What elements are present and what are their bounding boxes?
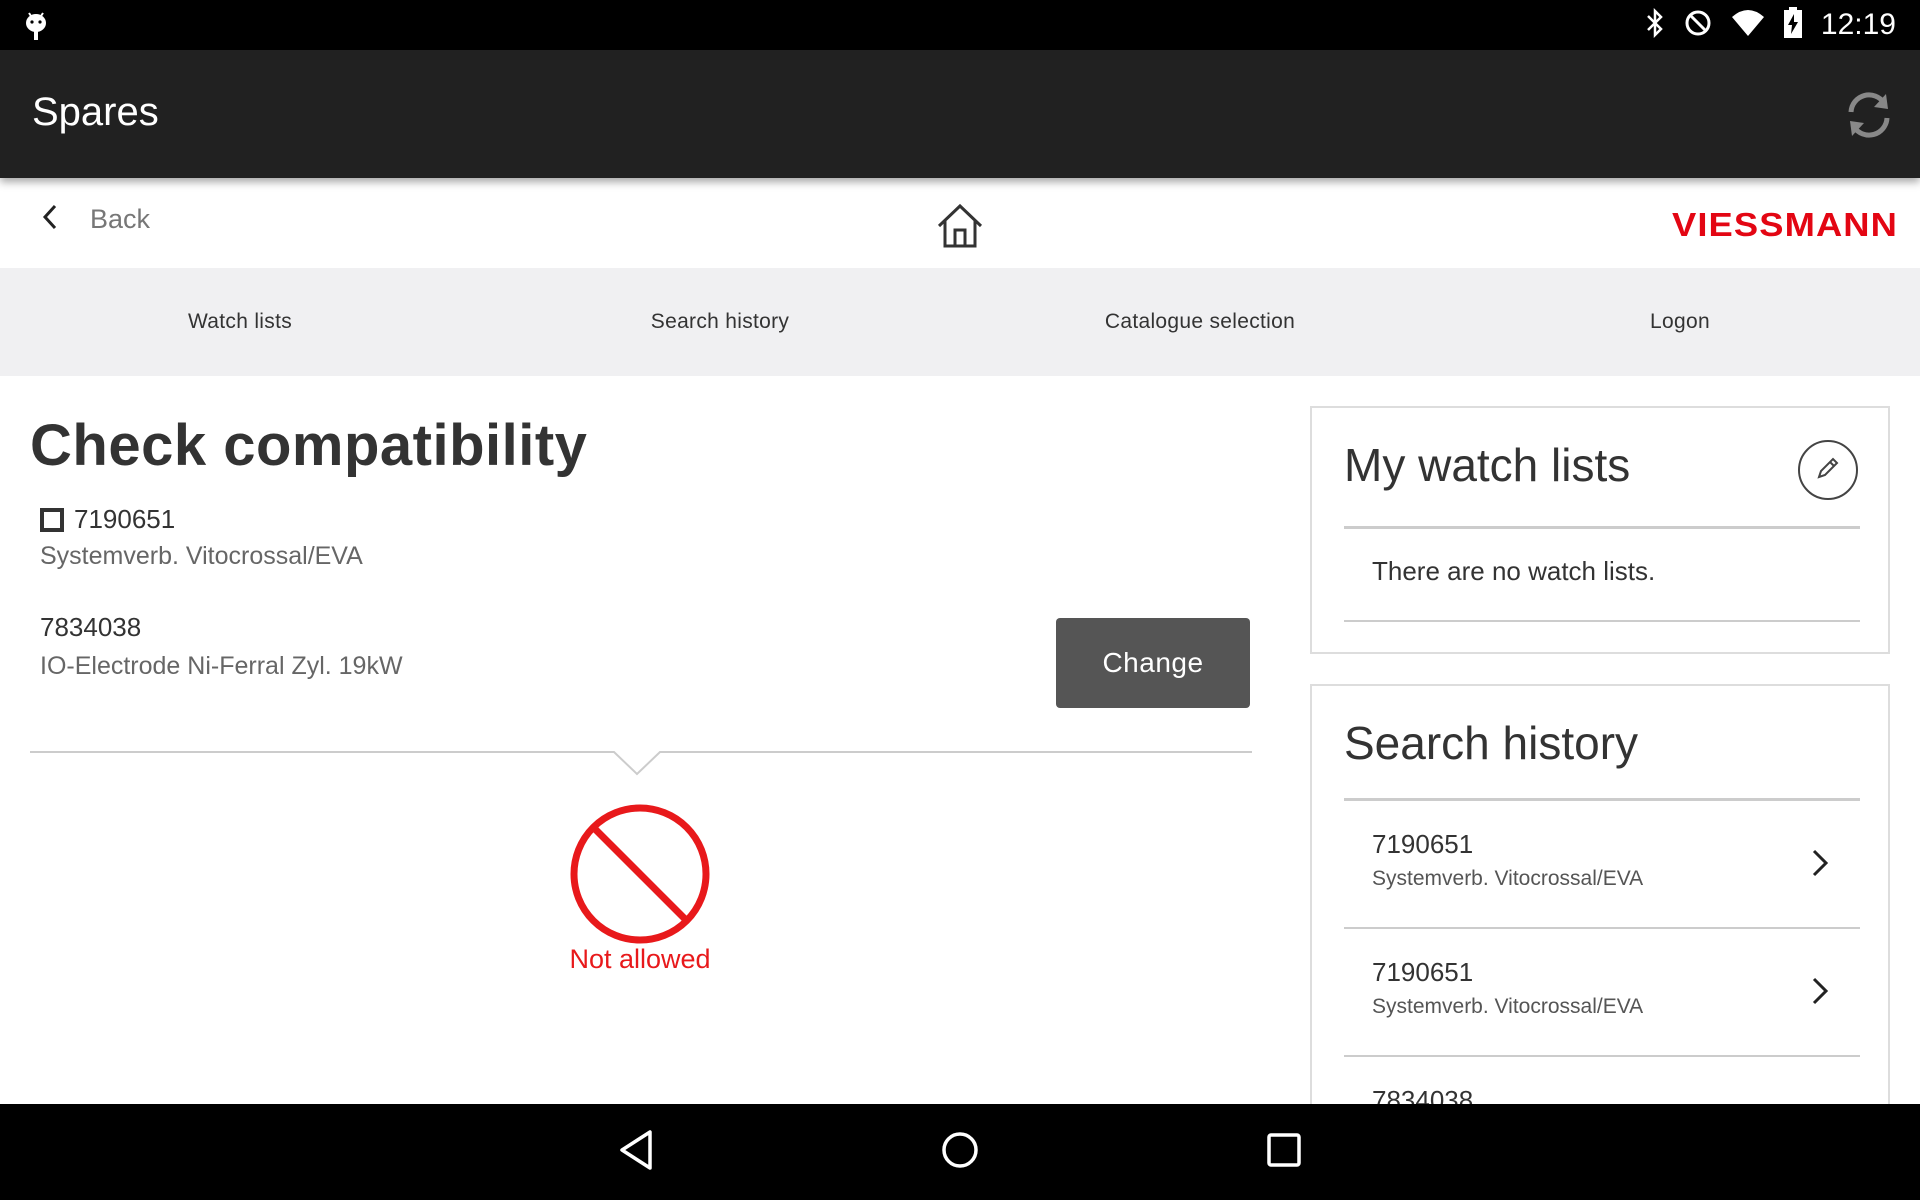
watch-lists-panel: My watch lists There are no watch lists. bbox=[1310, 406, 1890, 654]
android-icon bbox=[24, 10, 48, 47]
svg-text:VIESSMANN: VIESSMANN bbox=[1672, 206, 1898, 243]
search-history-title: Search history bbox=[1344, 717, 1639, 769]
search-history-panel: Search history 7190651 Systemverb. Vitoc… bbox=[1310, 684, 1890, 1104]
page-title: Check compatibility bbox=[30, 413, 588, 478]
history-item-description: Systemverb. Vitocrossal/EVA bbox=[1372, 995, 1644, 1018]
battery-charging-icon bbox=[1783, 6, 1803, 44]
history-item-number: 7190651 bbox=[1372, 829, 1474, 859]
back-label: Back bbox=[90, 204, 151, 234]
search-history-item[interactable]: 7834038 bbox=[1344, 1057, 1860, 1104]
divider-arrow bbox=[30, 751, 1252, 776]
refresh-icon[interactable] bbox=[1842, 88, 1896, 142]
not-allowed-icon bbox=[568, 802, 712, 951]
change-button[interactable]: Change bbox=[1056, 618, 1250, 708]
nav-catalogue-selection[interactable]: Catalogue selection bbox=[960, 268, 1440, 376]
chevron-right-icon bbox=[1810, 975, 1830, 1012]
nav-logon[interactable]: Logon bbox=[1440, 268, 1920, 376]
main-nav: Watch lists Search history Catalogue sel… bbox=[0, 268, 1920, 376]
history-item-description: Systemverb. Vitocrossal/EVA bbox=[1372, 867, 1644, 890]
system-nav-bar bbox=[0, 1104, 1920, 1200]
item1-row: 7190651 bbox=[40, 504, 175, 535]
history-item-number: 7834038 bbox=[1372, 1085, 1474, 1104]
watch-lists-empty: There are no watch lists. bbox=[1372, 556, 1656, 586]
edit-button[interactable] bbox=[1798, 440, 1858, 500]
chevron-left-icon bbox=[40, 202, 60, 237]
chevron-right-icon bbox=[1810, 847, 1830, 884]
home-circle-icon[interactable] bbox=[940, 1128, 980, 1177]
history-item-number: 7190651 bbox=[1372, 957, 1474, 987]
do-not-disturb-icon bbox=[1683, 8, 1713, 43]
app-bar: Spares bbox=[0, 50, 1920, 178]
home-icon[interactable] bbox=[936, 202, 984, 250]
watch-lists-bottom-rule bbox=[1344, 620, 1860, 622]
item1-number: 7190651 bbox=[74, 504, 176, 534]
item2-number: 7834038 bbox=[40, 612, 142, 642]
app-title: Spares bbox=[32, 90, 159, 134]
watch-lists-title: My watch lists bbox=[1344, 439, 1631, 491]
search-history-item[interactable]: 7190651 Systemverb. Vitocrossal/EVA bbox=[1344, 801, 1860, 929]
nav-watch-lists[interactable]: Watch lists bbox=[0, 268, 480, 376]
back-button[interactable]: Back bbox=[40, 202, 150, 237]
item2-description: IO-Electrode Ni-Ferral Zyl. 19kW bbox=[40, 652, 403, 680]
viessmann-logo: VIESSMANN bbox=[1672, 200, 1900, 248]
item1-description: Systemverb. Vitocrossal/EVA bbox=[40, 542, 363, 570]
main-content: Check compatibility 7190651 Systemverb. … bbox=[0, 376, 1920, 1104]
back-triangle-icon[interactable] bbox=[618, 1128, 654, 1177]
recents-square-icon[interactable] bbox=[1266, 1128, 1302, 1177]
nav-search-history[interactable]: Search history bbox=[480, 268, 960, 376]
item1-checkbox[interactable] bbox=[40, 507, 64, 532]
watch-lists-rule bbox=[1344, 526, 1860, 529]
status-time: 12:19 bbox=[1820, 8, 1896, 41]
result-label: Not allowed bbox=[569, 944, 711, 974]
wifi-icon bbox=[1731, 9, 1765, 42]
bluetooth-icon bbox=[1645, 7, 1665, 43]
sub-header: Back VIESSMANN bbox=[0, 178, 1920, 268]
status-bar: 12:19 bbox=[0, 0, 1920, 50]
pencil-icon bbox=[1814, 454, 1842, 487]
search-history-item[interactable]: 7190651 Systemverb. Vitocrossal/EVA bbox=[1344, 929, 1860, 1057]
